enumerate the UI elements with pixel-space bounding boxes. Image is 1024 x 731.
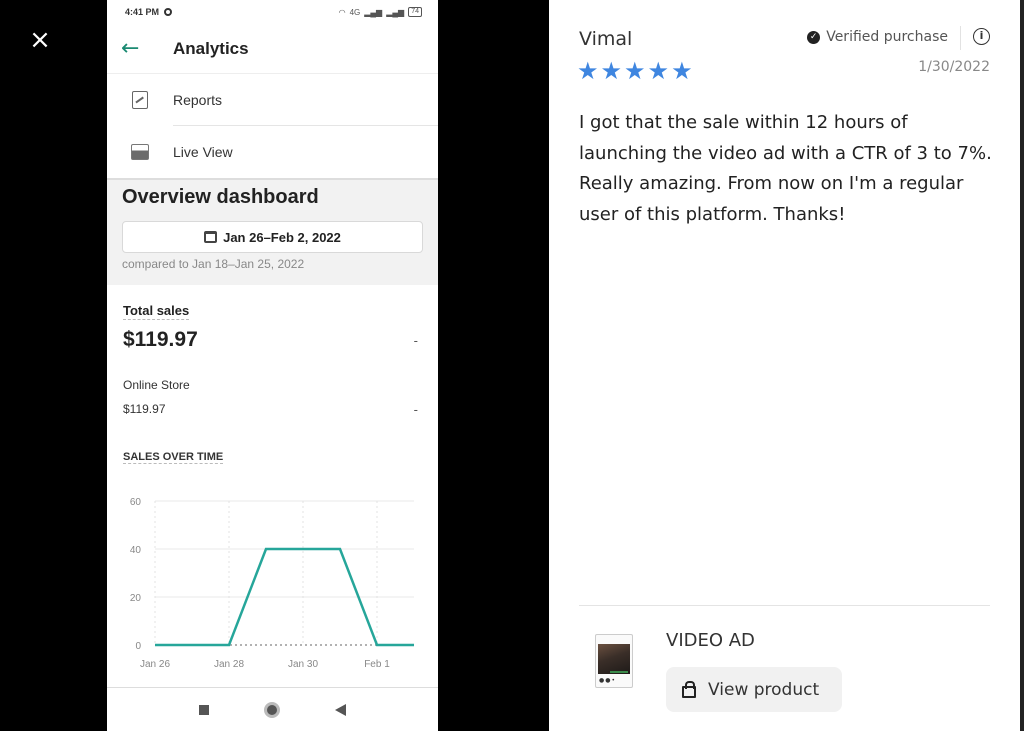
settings-icon xyxy=(164,8,173,16)
signal-icon-2: ▂▄▆ xyxy=(386,7,405,17)
menu-item-label: Live View xyxy=(173,144,233,160)
overview-title: Overview dashboard xyxy=(122,186,319,208)
chart-title[interactable]: SALES OVER TIME xyxy=(123,451,224,464)
android-nav-bar xyxy=(107,687,438,731)
review-date: 1/30/2022 xyxy=(918,59,990,75)
y-tick-label: 20 xyxy=(130,593,142,604)
y-tick-label: 40 xyxy=(130,545,142,556)
network-label: 4G xyxy=(349,7,361,17)
scrollbar-edge xyxy=(1020,0,1024,731)
back-button[interactable] xyxy=(335,703,346,716)
menu-item-reports[interactable]: Reports xyxy=(107,74,438,126)
overview-section: Overview dashboard Jan 26–Feb 2, 2022 co… xyxy=(107,178,438,285)
home-button[interactable] xyxy=(264,701,280,718)
date-range-button[interactable]: Jan 26–Feb 2, 2022 xyxy=(122,221,423,253)
phone-screenshot: 4:41 PM ◠ 4G ▂▄▆ ▂▄▆ 74 ← Analytics Repo… xyxy=(107,0,438,731)
total-sales-value: $119.97 xyxy=(123,328,198,351)
sales-section: Total sales $119.97 - Online Store $119.… xyxy=(107,285,438,465)
x-tick-label: Feb 1 xyxy=(364,659,390,670)
close-icon[interactable]: × xyxy=(28,27,52,53)
view-product-button[interactable]: View product xyxy=(666,667,842,712)
x-tick-label: Jan 30 xyxy=(288,659,318,670)
star-icon: ★ xyxy=(671,57,693,85)
product-title: VIDEO AD xyxy=(666,630,755,651)
wifi-icon: ◠ xyxy=(338,7,346,17)
menu-item-live-view[interactable]: Live View xyxy=(107,126,438,178)
app-header: ← Analytics xyxy=(107,24,438,74)
y-tick-label: 0 xyxy=(135,641,141,652)
date-range-label: Jan 26–Feb 2, 2022 xyxy=(223,229,341,245)
online-store-label: Online Store xyxy=(123,378,190,392)
star-icon: ★ xyxy=(647,57,670,85)
star-rating: ★ ★ ★ ★ ★ xyxy=(577,58,693,84)
star-icon: ★ xyxy=(624,57,646,85)
check-icon: ✓ xyxy=(807,30,821,44)
reports-icon xyxy=(132,91,148,109)
review-panel: Vimal ★ ★ ★ ★ ★ ✓ Verified purchase i 1/30/2… xyxy=(549,0,1020,731)
comparison-text: compared to Jan 18–Jan 25, 2022 xyxy=(122,257,305,271)
x-tick-label: Jan 28 xyxy=(214,659,244,670)
thumbnail-image xyxy=(598,644,630,674)
divider xyxy=(960,26,961,50)
signal-icon: ▂▄▆ xyxy=(364,7,383,17)
page-title: Analytics xyxy=(173,38,249,58)
verified-label: Verified purchase xyxy=(826,29,948,45)
status-time: 4:41 PM xyxy=(125,7,160,17)
review-text: I got that the sale within 12 hours of l… xyxy=(579,112,992,225)
star-icon: ★ xyxy=(600,57,623,85)
online-store-value: $119.97 xyxy=(123,402,166,416)
total-sales-label[interactable]: Total sales xyxy=(123,303,190,320)
sales-over-time-chart: 0 20 40 60 Jan 26 Jan 28 Jan 30 Feb 1 xyxy=(130,497,415,670)
y-tick-label: 60 xyxy=(130,497,142,508)
reviewer-name: Vimal xyxy=(579,28,633,50)
star-icon: ★ xyxy=(577,57,599,85)
product-thumbnail[interactable]: ●●• xyxy=(595,634,633,688)
total-sales-change: - xyxy=(413,332,418,348)
shopping-bag-icon xyxy=(682,680,696,698)
verified-badge: ✓ Verified purchase xyxy=(807,29,948,45)
thumbnail-cta xyxy=(610,671,628,673)
status-bar: 4:41 PM ◠ 4G ▂▄▆ ▂▄▆ 74 xyxy=(107,0,438,24)
recents-button[interactable] xyxy=(199,704,209,715)
online-store-change: - xyxy=(413,402,418,417)
calendar-icon xyxy=(204,231,218,243)
divider xyxy=(579,605,990,606)
live-view-icon xyxy=(131,144,149,160)
menu-item-label: Reports xyxy=(173,92,223,108)
info-icon[interactable]: i xyxy=(973,28,990,45)
battery-icon: 74 xyxy=(408,7,422,17)
thumbnail-dots: ●●• xyxy=(599,677,617,684)
back-arrow-icon[interactable]: ← xyxy=(107,36,159,61)
view-product-label: View product xyxy=(708,679,820,700)
x-tick-label: Jan 26 xyxy=(140,659,170,670)
